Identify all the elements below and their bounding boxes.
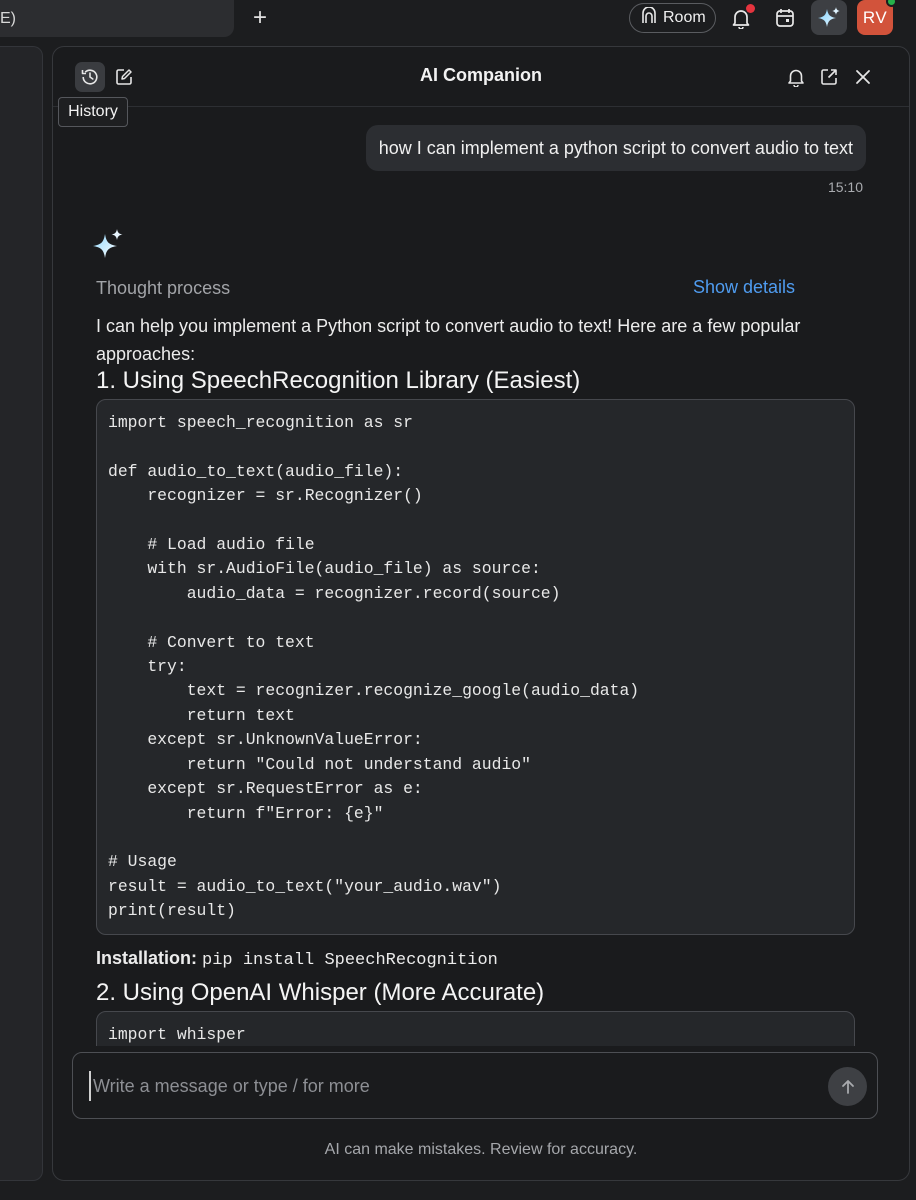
top-bar: E) + Room RV (0, 0, 916, 46)
install-command: pip install SpeechRecognition (202, 951, 498, 970)
room-icon (640, 5, 658, 30)
notifications-button[interactable] (727, 4, 755, 32)
user-message-bubble: how I can implement a python script to c… (365, 125, 866, 171)
code-block-speechrecognition[interactable]: import speech_recognition as sr def audi… (96, 399, 855, 935)
section-heading-2: 2. Using OpenAI Whisper (More Accurate) (96, 979, 545, 1006)
user-avatar[interactable]: RV (857, 0, 897, 35)
panel-header: AI Companion History (53, 47, 909, 127)
section-heading-1: 1. Using SpeechRecognition Library (Easi… (96, 367, 581, 394)
pop-out-icon (821, 69, 837, 85)
installation-note: Installation: pip install SpeechRecognit… (96, 948, 498, 970)
new-tab-button[interactable]: + (248, 4, 272, 32)
pop-out-button[interactable] (814, 62, 844, 92)
bell-icon (788, 69, 804, 87)
chat-thread[interactable]: how I can implement a python script to c… (53, 108, 909, 1046)
tab-title-fragment: E) (0, 10, 16, 27)
room-label: Room (663, 9, 706, 26)
ai-response-intro: I can help you implement a Python script… (96, 316, 801, 364)
panel-notifications-button[interactable] (781, 62, 811, 92)
thought-process-label: Thought process (96, 278, 231, 298)
ai-disclaimer: AI can make mistakes. Review for accurac… (324, 1141, 638, 1158)
ai-sparkle-icon (93, 229, 123, 258)
installation-label: Installation: (96, 948, 198, 968)
left-side-panel (0, 46, 43, 1181)
online-status-dot (886, 0, 897, 7)
message-composer (72, 1052, 878, 1119)
calendar-button[interactable] (771, 4, 799, 32)
close-icon (856, 70, 870, 84)
send-button[interactable] (828, 1067, 867, 1106)
sparkle-icon (818, 6, 840, 27)
browser-tab[interactable]: E) (0, 0, 234, 37)
calendar-icon (776, 9, 794, 27)
close-button[interactable] (848, 62, 878, 92)
ai-companion-toggle[interactable] (811, 0, 847, 35)
show-details-link[interactable]: Show details (693, 277, 795, 298)
code-block-whisper[interactable]: import whisper (96, 1011, 855, 1046)
ai-companion-panel: AI Companion History how I can implement… (52, 46, 910, 1181)
notification-dot (746, 4, 755, 13)
room-button[interactable]: Room (629, 3, 716, 33)
avatar-initials: RV (862, 7, 888, 27)
arrow-up-icon (841, 1079, 854, 1094)
history-tooltip: History (58, 97, 128, 127)
message-input[interactable] (89, 1071, 809, 1101)
message-timestamp: 15:10 (827, 179, 863, 195)
